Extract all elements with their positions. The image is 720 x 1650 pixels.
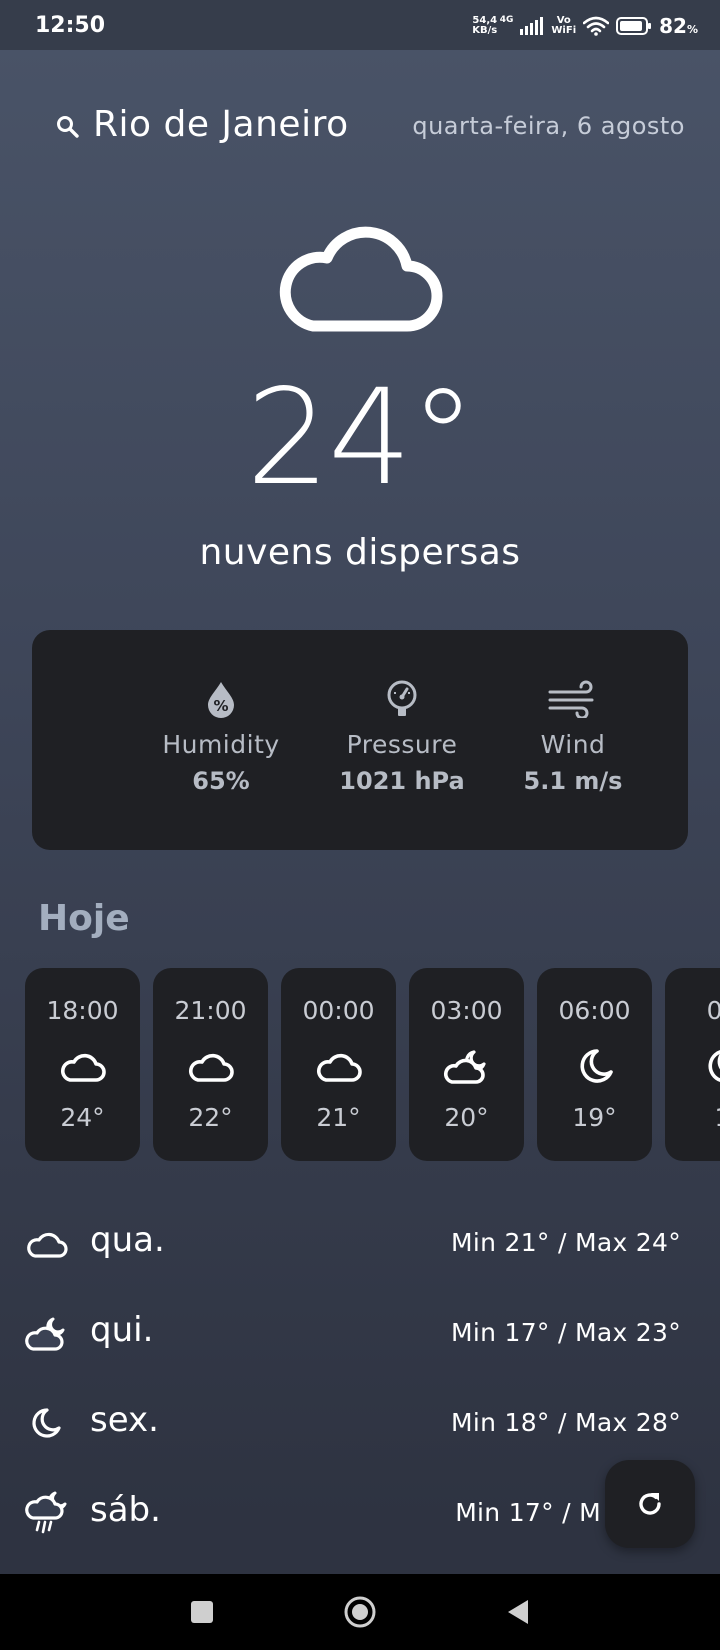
daily-temp-range: Min 17° / M	[455, 1498, 601, 1527]
status-time: 12:50	[35, 13, 106, 38]
vowifi-badge: Vo WiFi	[551, 15, 577, 36]
hour-time: 18:00	[46, 996, 119, 1025]
weather-stats-card: % Humidity 65% Pressure 1021 hPa Wind 5.…	[32, 630, 688, 850]
daily-forecast-row[interactable]: qui. Min 17° / Max 23°	[25, 1304, 685, 1364]
pressure-label: Pressure	[346, 730, 458, 759]
daily-day: qua.	[90, 1220, 165, 1260]
humidity-label: Humidity	[162, 730, 280, 759]
cloud-icon	[27, 1232, 68, 1258]
network-speed: 54,4 KB/s	[472, 15, 498, 36]
daily-temp-range: Min 21° / Max 24°	[451, 1228, 681, 1257]
battery-icon	[616, 17, 652, 35]
pressure-gauge-icon	[387, 680, 417, 716]
hour-temp: 1	[665, 1103, 720, 1132]
hour-temp: 24°	[60, 1103, 105, 1132]
network-type: 4G	[499, 15, 514, 25]
back-button[interactable]	[500, 1594, 536, 1630]
stat-wind: Wind 5.1 m/s	[478, 680, 668, 795]
cloud-icon	[279, 226, 443, 332]
hourly-card[interactable]: 00:00 21°	[281, 968, 396, 1161]
cloud-moon-icon	[25, 1317, 65, 1351]
hourly-card[interactable]: 21:00 22°	[153, 968, 268, 1161]
current-temperature: 24°	[246, 361, 476, 515]
rain-moon-icon	[25, 1491, 67, 1534]
moon-icon	[708, 1050, 720, 1082]
weather-description: nuvens dispersas	[199, 532, 521, 573]
wind-label: Wind	[540, 730, 606, 759]
status-bar: 12:50 54,4 KB/s 4G Vo WiFi 82%	[0, 0, 720, 50]
hour-time: 03:00	[430, 996, 503, 1025]
hour-time: 06:00	[558, 996, 631, 1025]
humidity-value: 65%	[192, 767, 250, 795]
system-navigation-bar	[0, 1574, 720, 1650]
city-name[interactable]: Rio de Janeiro	[93, 104, 349, 145]
hourly-card[interactable]: 09 1	[665, 968, 720, 1161]
stat-pressure: Pressure 1021 hPa	[307, 680, 497, 795]
wifi-icon	[583, 16, 610, 36]
hour-time: 09	[706, 996, 720, 1025]
today-section-title: Hoje	[38, 898, 130, 939]
cloud-icon	[60, 1053, 106, 1082]
pressure-value: 1021 hPa	[339, 767, 465, 795]
hourly-forecast-strip[interactable]: 18:00 24° 21:00 22° 00:00 21° 03:00 20° …	[25, 968, 720, 1163]
hour-time: 00:00	[302, 996, 375, 1025]
current-date: quarta-feira, 6 agosto	[412, 112, 685, 140]
daily-forecast-row[interactable]: qua. Min 21° / Max 24°	[25, 1214, 685, 1274]
hour-temp: 20°	[444, 1103, 489, 1132]
stat-humidity: % Humidity 65%	[126, 680, 316, 795]
search-icon[interactable]	[55, 114, 81, 140]
hourly-card[interactable]: 18:00 24°	[25, 968, 140, 1161]
daily-temp-range: Min 18° / Max 28°	[451, 1408, 681, 1437]
location-header: Rio de Janeiro quarta-feira, 6 agosto	[55, 104, 685, 152]
hour-temp: 21°	[316, 1103, 361, 1132]
weather-app: 12:50 54,4 KB/s 4G Vo WiFi 82% Rio de Ja…	[0, 0, 720, 1650]
wind-icon	[548, 680, 594, 718]
refresh-icon	[639, 1493, 661, 1515]
moon-icon	[580, 1049, 613, 1083]
hour-temp: 22°	[188, 1103, 233, 1132]
status-indicators: 54,4 KB/s 4G Vo WiFi 82%	[471, 12, 698, 40]
cloud-moon-icon	[443, 1050, 486, 1084]
signal-icon	[520, 17, 544, 35]
hour-time: 21:00	[174, 996, 247, 1025]
daily-day: sex.	[90, 1400, 159, 1440]
cloud-icon	[188, 1053, 234, 1082]
daily-forecast-row[interactable]: sex. Min 18° / Max 28°	[25, 1394, 685, 1454]
hourly-card[interactable]: 03:00 20°	[409, 968, 524, 1161]
daily-day: sáb.	[90, 1490, 161, 1530]
recents-button[interactable]	[184, 1594, 220, 1630]
hourly-card[interactable]: 06:00 19°	[537, 968, 652, 1161]
battery-percent: 82%	[659, 14, 698, 38]
humidity-icon: %	[208, 682, 234, 718]
daily-day: qui.	[90, 1310, 154, 1350]
hour-temp: 19°	[572, 1103, 617, 1132]
moon-icon	[32, 1408, 61, 1438]
daily-temp-range: Min 17° / Max 23°	[451, 1318, 681, 1347]
cloud-icon	[316, 1053, 362, 1082]
home-button[interactable]	[342, 1594, 378, 1630]
wind-value: 5.1 m/s	[523, 767, 623, 795]
refresh-button[interactable]	[605, 1460, 695, 1548]
svg-text:%: %	[213, 697, 228, 715]
daily-forecast-row[interactable]: sáb. Min 17° / M	[25, 1484, 685, 1544]
